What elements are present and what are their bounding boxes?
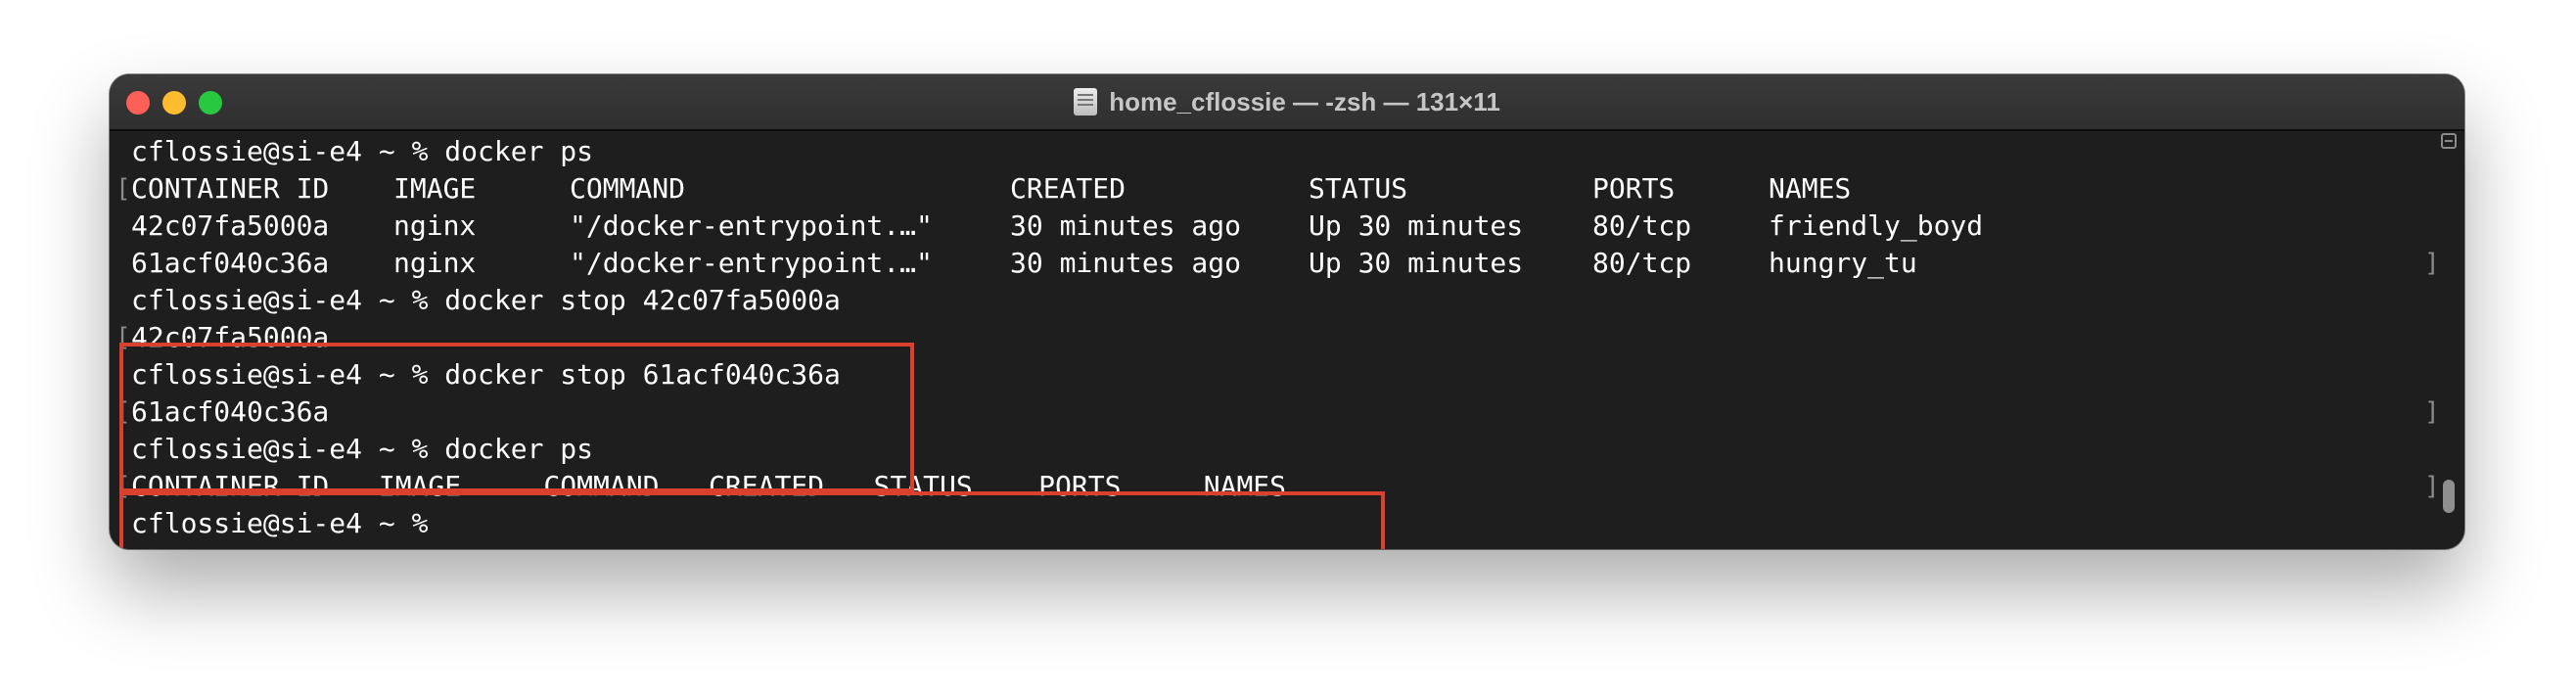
column-header: STATUS [1309,172,1408,205]
column-header: CONTAINER ID [131,172,330,205]
table-cell: 42c07fa5000a [131,209,330,242]
column-header: NAMES [1769,172,1852,205]
terminal-output[interactable]: [ cflossie@si-e4 ~ % docker ps ] CONTAIN… [115,133,2440,549]
column-header: IMAGE [393,172,477,205]
table-row: 61acf040c36a nginx "/docker-entrypoint.…… [119,245,2439,282]
terminal-window: home_cflossie — -zsh — 131×11 [ cflossie… [110,74,2464,549]
table-cell: 30 minutes ago [1010,247,1242,279]
highlight-box [119,491,1385,549]
table-cell: 61acf040c36a [131,247,330,279]
table-row: 42c07fa5000a nginx "/docker-entrypoint.…… [119,208,2439,245]
table-cell: Up 30 minutes [1309,247,1524,279]
title-bar[interactable]: home_cflossie — -zsh — 131×11 [110,74,2464,131]
scrollbar-thumb[interactable] [2443,480,2455,513]
split-pane-icon[interactable] [2441,133,2457,149]
column-header: PORTS [1592,172,1676,205]
highlight-box [119,343,914,492]
table-cell: 30 minutes ago [1010,209,1242,242]
table-cell: "/docker-entrypoint.…" [570,209,933,242]
table-cell: "/docker-entrypoint.…" [570,247,933,279]
document-icon [1074,88,1098,116]
terminal-line: [ cflossie@si-e4 ~ % docker ps ] [115,133,2440,278]
table-cell: nginx [393,209,477,242]
table-cell: 80/tcp [1592,247,1692,279]
table-cell: 80/tcp [1592,209,1692,242]
table-cell: hungry_tu [1769,247,1917,279]
prompt-text: cflossie@si-e4 ~ % docker stop 42c07fa50… [131,284,841,316]
column-header: CREATED [1010,172,1127,205]
column-header: COMMAND [570,172,686,205]
table-cell: nginx [393,247,477,279]
table-cell: friendly_boyd [1769,209,1984,242]
table-cell: Up 30 minutes [1309,209,1524,242]
window-title: home_cflossie — -zsh — 131×11 [1109,86,1500,116]
table-header: CONTAINER ID IMAGE COMMAND CREATED STATU… [119,170,2439,208]
terminal-line: [ cflossie@si-e4 ~ % docker stop 42c07fa… [115,282,2440,427]
line-mark-icon: ] [2424,542,2440,549]
scrollbar[interactable] [2441,133,2457,534]
prompt-text: cflossie@si-e4 ~ % docker ps [131,135,594,167]
